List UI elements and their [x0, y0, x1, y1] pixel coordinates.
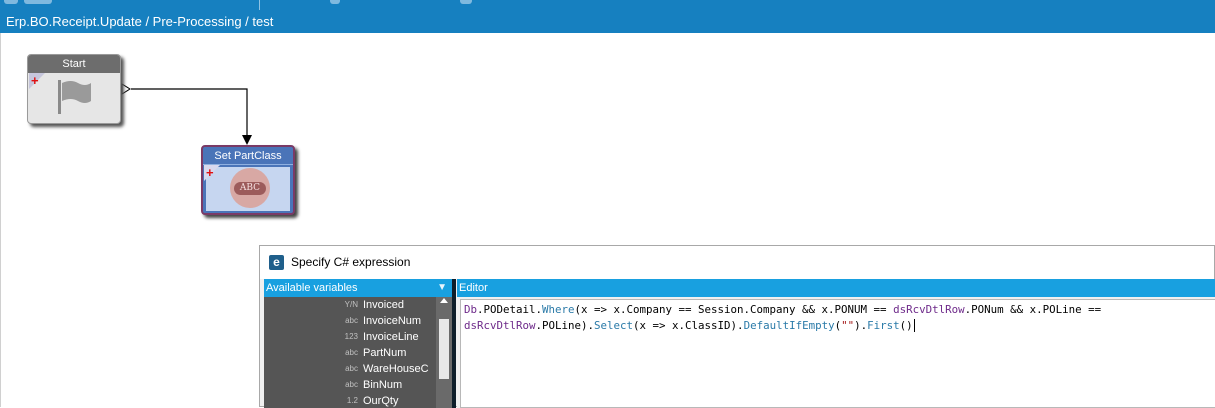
variables-panel-header: Available variables ▼ [264, 279, 452, 297]
type-badge: 123 [344, 332, 358, 341]
scroll-up-icon[interactable] [440, 298, 448, 303]
tab-fragment [4, 0, 18, 4]
editor-panel-header: Editor [457, 279, 1215, 297]
add-icon[interactable]: + [206, 166, 214, 179]
expression-dialog-icon: e [269, 255, 284, 270]
output-port-arrow[interactable] [121, 83, 131, 95]
list-item[interactable]: abc WareHouseC [264, 361, 436, 377]
code-token: Select [594, 319, 634, 332]
add-icon[interactable]: + [31, 74, 39, 87]
code-token: dsRcvDtlRow [893, 303, 965, 316]
code-token: (x => x.ClassID). [633, 319, 744, 332]
set-partclass-node-title: Set PartClass [203, 147, 293, 165]
list-item[interactable]: abc PartNum [264, 345, 436, 361]
code-token: First [867, 319, 900, 332]
expression-dialog: e Specify C# expression Available variab… [259, 245, 1215, 408]
panel-splitter[interactable] [452, 279, 456, 408]
variable-name: WareHouseC [363, 363, 429, 375]
tab-separator [259, 0, 260, 10]
text-cursor [913, 319, 915, 332]
variable-name: BinNum [363, 379, 403, 391]
code-token: .POLine). [535, 319, 595, 332]
variables-panel: Available variables ▼ Y/N Invoiced abc Inv… [264, 279, 452, 408]
tab-fragment [330, 0, 340, 4]
pin-icon[interactable]: ▼ [437, 279, 447, 297]
abc-icon-label: ABC [234, 182, 266, 195]
start-node-title: Start [28, 55, 120, 73]
variable-name: InvoiceNum [363, 315, 422, 327]
type-badge: abc [345, 348, 358, 357]
variable-name: OurQty [363, 395, 399, 407]
list-item[interactable]: abc InvoiceNum [264, 313, 436, 329]
variables-header-label: Available variables [266, 282, 358, 294]
code-token: Where [542, 303, 575, 316]
code-token: (x => x.Company == Session.Company && x.… [574, 303, 894, 316]
start-node[interactable]: Start + [27, 54, 121, 124]
code-token: Db [464, 303, 478, 316]
variable-name: Invoiced [363, 299, 404, 311]
list-item[interactable]: abc BinNum [264, 377, 436, 393]
breadcrumb: Erp.BO.Receipt.Update / Pre-Processing /… [0, 10, 1215, 33]
list-item[interactable]: 1.2 OurQty [264, 393, 436, 408]
code-token: .PONum && x.POLine == [964, 303, 1102, 316]
type-badge: Y/N [344, 300, 358, 309]
code-token: () [899, 319, 913, 332]
type-badge: abc [345, 380, 358, 389]
type-badge: abc [345, 364, 358, 373]
set-partclass-node[interactable]: Set PartClass ABC + [201, 145, 295, 215]
code-token: "" [841, 319, 855, 332]
variables-list[interactable]: Y/N Invoiced abc InvoiceNum 123 InvoiceLine… [264, 297, 436, 408]
dialog-title: Specify C# expression [291, 255, 411, 269]
dialog-title-bar[interactable]: e Specify C# expression [260, 246, 1214, 279]
expression-editor[interactable]: Db.PODetail.Where(x => x.Company == Sess… [460, 299, 1215, 408]
list-item[interactable]: Y/N Invoiced [264, 297, 436, 313]
type-badge: 1.2 [346, 396, 358, 405]
top-tab-strip [0, 0, 1215, 10]
editor-panel: Editor Db.PODetail.Where(x => x.Company … [457, 279, 1215, 408]
variable-name: PartNum [363, 347, 407, 359]
code-token: dsRcvDtlRow [464, 319, 536, 332]
flow-connector[interactable] [131, 88, 248, 137]
code-token: ). [854, 319, 868, 332]
scrollbar-thumb[interactable] [439, 319, 449, 379]
variable-name: InvoiceLine [363, 331, 419, 343]
tab-fragment [24, 0, 52, 4]
type-badge: abc [345, 316, 358, 325]
variables-scrollbar[interactable] [436, 297, 452, 408]
tab-fragment [460, 0, 472, 4]
connector-arrowhead [242, 135, 252, 145]
abc-icon: ABC [230, 168, 270, 208]
flag-icon [58, 80, 91, 114]
code-token: .PODetail. [477, 303, 543, 316]
code-token: DefaultIfEmpty [743, 319, 835, 332]
list-item[interactable]: 123 InvoiceLine [264, 329, 436, 345]
